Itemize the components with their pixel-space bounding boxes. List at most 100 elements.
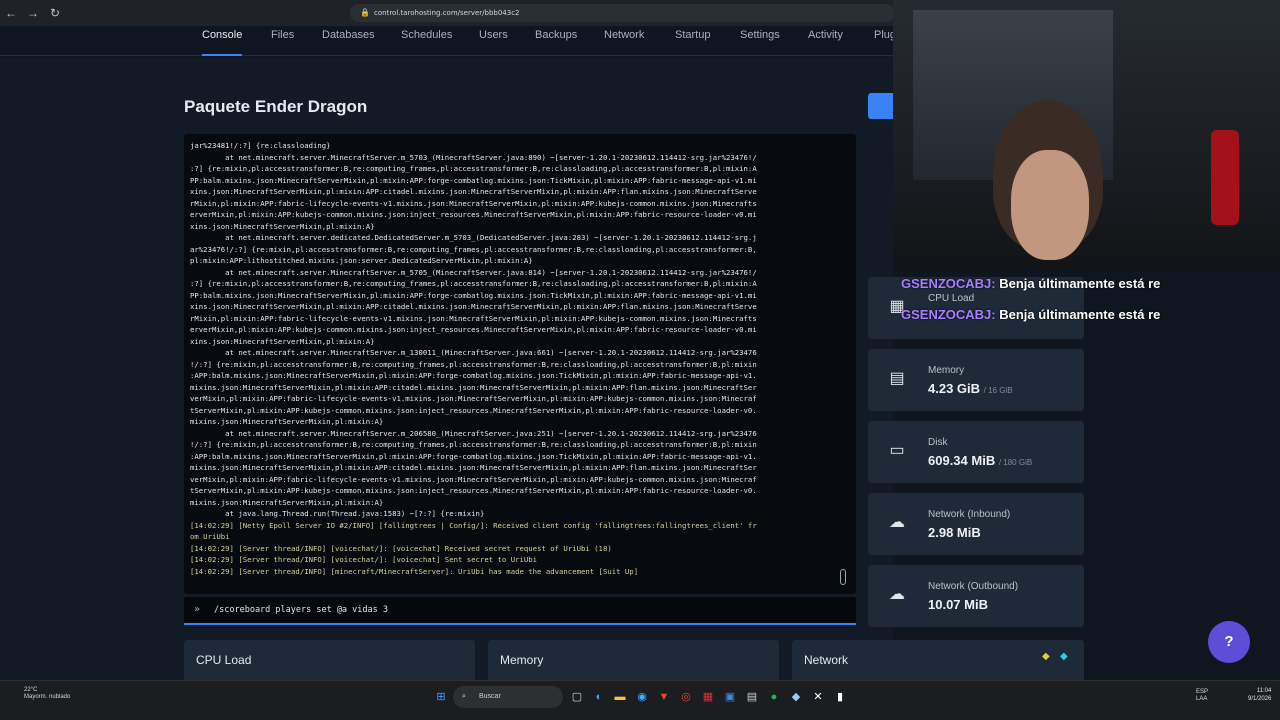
- stat-card-memory: ▤ Memory 4.23 GiB / 16 GiB: [868, 349, 1084, 411]
- windows-start-icon[interactable]: ⊞: [434, 690, 448, 704]
- reload-icon[interactable]: ↻: [44, 6, 66, 20]
- console-log-line: [14:02:29] [Server thread/INFO] [minecra…: [190, 566, 639, 576]
- console-line: verMixin,pl:mixin:APP:fabric-lifecycle-e…: [190, 474, 757, 484]
- tab-backups[interactable]: Backups: [535, 26, 577, 56]
- chart-card-memory: Memory: [488, 640, 779, 680]
- tab-databases[interactable]: Databases: [322, 26, 375, 56]
- console-line: verMixin,pl:mixin:APP:fabric-lifecycle-e…: [190, 394, 757, 403]
- tab-console[interactable]: Console: [202, 26, 243, 56]
- language-indicator[interactable]: ESP LAA: [1196, 689, 1208, 703]
- console-line: mixins.json:MinecraftServerMixin,pl:mixi…: [190, 497, 384, 507]
- console-line: pl:mixin:APP:lithostitched.mixins.json:s…: [190, 256, 533, 265]
- console-line: xins.json:MinecraftServerMixin,pl:mixin:…: [190, 221, 375, 231]
- chat-message: GSENZOCABJ: Benja últimamente está re: [901, 276, 1280, 296]
- console-log-line: om UriUbi: [190, 532, 230, 541]
- chart-card-title: Memory: [500, 653, 544, 667]
- console-line: :APP:balm.mixins.json:MinecraftServerMix…: [190, 371, 757, 380]
- address-bar[interactable]: 🔒 control.tarohosting.com/server/bbb043c…: [350, 4, 895, 22]
- stat-label: Network (Outbound): [928, 581, 1019, 592]
- microphone: [1211, 130, 1239, 225]
- app-icon[interactable]: ▦: [701, 690, 715, 704]
- webcam-overlay: [893, 0, 1280, 270]
- stat-value: 2.98 MiB: [928, 525, 981, 540]
- taskbar-search[interactable]: ⌕ Buscar: [453, 686, 563, 708]
- command-input[interactable]: » /scoreboard players set @a vidas 3: [184, 597, 856, 625]
- chart-card-title: CPU Load: [196, 653, 252, 667]
- start-button[interactable]: [868, 93, 893, 119]
- weather-temp: 22°C: [24, 687, 38, 693]
- console-line: !/:?] {re:mixin,pl:accesstransformer:B,r…: [190, 359, 757, 369]
- lock-icon: 🔒: [360, 8, 370, 17]
- app-icon[interactable]: ▮: [833, 690, 847, 704]
- steam-icon[interactable]: ◆: [789, 690, 803, 704]
- search-label: Buscar: [479, 693, 501, 700]
- console-scrollbar[interactable]: [840, 569, 846, 585]
- console-line: at net.minecraft.server.MinecraftServer.…: [190, 428, 757, 438]
- tab-schedules[interactable]: Schedules: [401, 26, 452, 56]
- stat-label: Network (Inbound): [928, 509, 1011, 520]
- console-line: rMixin,pl:mixin:APP:fabric-lifecycle-eve…: [190, 198, 757, 208]
- spotify-icon[interactable]: ●: [767, 690, 781, 704]
- chart-card-cpu: CPU Load: [184, 640, 475, 680]
- tab-users[interactable]: Users: [479, 26, 508, 56]
- help-button[interactable]: ?: [1208, 621, 1250, 663]
- console-output[interactable]: jar%23481!/:?] {re:classloading} at net.…: [184, 134, 856, 594]
- console-line: xins.json:MinecraftServerMixin,pl:mixin:…: [190, 302, 757, 311]
- console-log: jar%23481!/:?] {re:classloading} at net.…: [184, 134, 856, 577]
- console-line: mixins.json:MinecraftServerMixin,pl:mixi…: [190, 463, 757, 472]
- tab-files[interactable]: Files: [271, 26, 294, 56]
- console-line: tServerMixin,pl:mixin:APP:kubejs-common.…: [190, 405, 757, 415]
- console-line: !/:?] {re:mixin,pl:accesstransformer:B,r…: [190, 440, 757, 449]
- weather-desc: Mayorm. nublado: [24, 694, 71, 700]
- chat-message: GSENZOCABJ: Benja últimamente está re: [901, 307, 1280, 327]
- console-line: at net.minecraft.server.MinecraftServer.…: [190, 348, 757, 357]
- task-view-icon[interactable]: ▢: [570, 690, 584, 704]
- explorer-icon[interactable]: ▬: [613, 690, 627, 704]
- tab-activity[interactable]: Activity: [808, 26, 843, 56]
- console-line: mixins.json:MinecraftServerMixin,pl:mixi…: [190, 382, 757, 392]
- chat-nick: GSENZOCABJ:: [901, 276, 996, 291]
- console-line: at net.minecraft.server.MinecraftServer.…: [190, 152, 757, 162]
- app-icon[interactable]: ◎: [679, 690, 693, 704]
- app-icon[interactable]: ▤: [745, 690, 759, 704]
- chat-text: Benja últimamente está re: [999, 276, 1161, 291]
- console-line: tServerMixin,pl:mixin:APP:kubejs-common.…: [190, 486, 757, 495]
- console-line: at java.lang.Thread.run(Thread.java:1583…: [190, 509, 485, 518]
- search-icon: ⌕: [462, 693, 466, 700]
- console-log-line: [14:02:29] [Server thread/INFO] [voicech…: [190, 543, 612, 553]
- console-line: xins.json:MinecraftServerMixin,pl:mixin:…: [190, 187, 757, 196]
- stat-value: 609.34 MiB / 180 GiB: [928, 453, 1033, 468]
- forward-icon[interactable]: →: [22, 6, 44, 20]
- console-line: jar%23481!/:?] {re:classloading}: [190, 141, 331, 150]
- console-line: erverMixin,pl:mixin:APP:kubejs-common.mi…: [190, 325, 757, 334]
- command-text: /scoreboard players set @a vidas 3: [214, 605, 388, 615]
- console-log-line: [14:02:29] [Netty Epoll Server IO #2/INF…: [190, 520, 757, 530]
- clock[interactable]: 11:04 9/1/2026: [1248, 687, 1271, 703]
- console-line: :?] {re:mixin,pl:accesstransformer:B,re:…: [190, 279, 757, 288]
- browser-icon[interactable]: ◉: [635, 690, 649, 704]
- app-icon[interactable]: ✕: [811, 690, 825, 704]
- page-title: Paquete Ender Dragon: [184, 97, 368, 116]
- console-line: at net.minecraft.server.MinecraftServer.…: [190, 267, 757, 277]
- chart-card-title: Network: [804, 653, 849, 667]
- console-line: :APP:balm.mixins.json:MinecraftServerMix…: [190, 451, 757, 461]
- disk-icon: ▭: [889, 442, 905, 459]
- stat-label: Memory: [928, 365, 965, 376]
- app-icon[interactable]: ▣: [723, 690, 737, 704]
- weather-widget[interactable]: 22°C Mayorm. nublado: [24, 687, 70, 701]
- cloud-download-icon: ☁: [889, 514, 905, 531]
- console-line: mixins.json:MinecraftServerMixin,pl:mixi…: [190, 417, 384, 426]
- console-line: rMixin,pl:mixin:APP:fabric-lifecycle-eve…: [190, 313, 757, 323]
- console-log-line: [14:02:29] [Server thread/INFO] [voicech…: [190, 555, 538, 564]
- tab-startup[interactable]: Startup: [675, 26, 710, 56]
- back-icon[interactable]: ←: [0, 6, 22, 20]
- edge-icon[interactable]: ◐: [592, 690, 606, 704]
- brave-icon[interactable]: ▼: [657, 690, 671, 704]
- console-line: xins.json:MinecraftServerMixin,pl:mixin:…: [190, 336, 375, 346]
- chart-card-network: Network ◆ ◆: [792, 640, 1084, 680]
- stat-label: Disk: [928, 437, 948, 448]
- stat-card-network-in: ☁ Network (Inbound) 2.98 MiB: [868, 493, 1084, 555]
- tab-settings[interactable]: Settings: [740, 26, 780, 56]
- tab-network[interactable]: Network: [604, 26, 644, 56]
- upload-legend-icon: ◆: [1060, 651, 1068, 662]
